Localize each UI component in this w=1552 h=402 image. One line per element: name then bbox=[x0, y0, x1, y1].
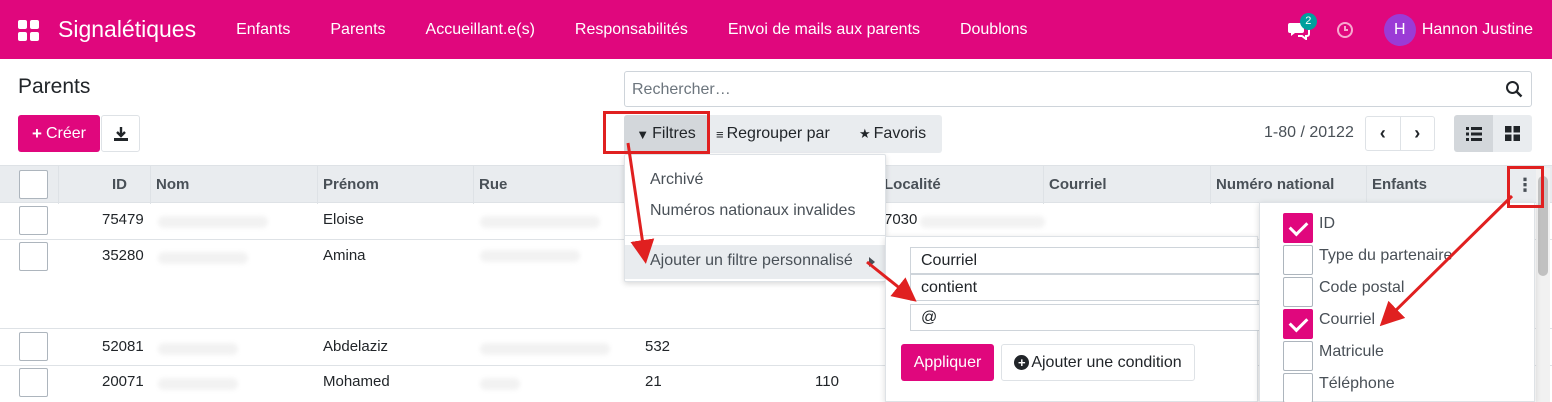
redacted-street bbox=[480, 250, 580, 262]
redacted-name bbox=[158, 252, 248, 264]
nav-item-parents[interactable]: Parents bbox=[330, 21, 385, 39]
filters-dropdown: Archivé Numéros nationaux invalides Ajou… bbox=[624, 154, 886, 282]
cell-id: 20071 bbox=[102, 373, 144, 390]
select-all-checkbox[interactable] bbox=[19, 170, 48, 199]
column-separator bbox=[58, 166, 59, 204]
row-checkbox[interactable] bbox=[19, 332, 48, 361]
search-bar[interactable]: Rechercher… bbox=[624, 71, 1532, 107]
pager-previous-icon[interactable]: ‹ bbox=[1366, 117, 1401, 150]
custom-filter-panel: Courriel contient @ Appliquer + Ajouter u… bbox=[885, 236, 1270, 402]
column-header-nom[interactable]: Nom bbox=[156, 176, 189, 193]
redacted-name bbox=[158, 378, 238, 390]
list-view-icon[interactable] bbox=[1454, 115, 1493, 152]
custom-filter-value-input[interactable]: @ bbox=[910, 304, 1270, 331]
checkbox[interactable] bbox=[1283, 245, 1313, 275]
custom-filter-field-select[interactable]: Courriel bbox=[910, 247, 1270, 274]
filter-item-archive[interactable]: Archivé bbox=[650, 171, 703, 189]
user-avatar[interactable]: H bbox=[1383, 13, 1416, 46]
nav-item-envoi-mails[interactable]: Envoi de mails aux parents bbox=[728, 21, 920, 39]
pager-value[interactable]: 1-80 / 20122 bbox=[1264, 124, 1354, 142]
kanban-view-icon[interactable] bbox=[1493, 115, 1532, 152]
pager-next-icon[interactable]: › bbox=[1401, 117, 1435, 150]
column-separator bbox=[1043, 166, 1044, 204]
add-custom-filter-item[interactable]: Ajouter un filtre personnalisé bbox=[625, 245, 885, 279]
app-brand[interactable]: Signalétiques bbox=[58, 16, 196, 43]
cell-prenom: Eloise bbox=[323, 211, 364, 228]
custom-filter-operator-select[interactable]: contient bbox=[910, 274, 1270, 301]
column-header-numero-national[interactable]: Numéro national bbox=[1216, 176, 1334, 193]
checkbox[interactable] bbox=[1283, 341, 1313, 371]
cell-box: 110 bbox=[815, 373, 839, 390]
view-switcher bbox=[1454, 115, 1532, 152]
nav-item-accueillants[interactable]: Accueillant.e(s) bbox=[426, 21, 535, 39]
search-input[interactable]: Rechercher… bbox=[632, 81, 731, 99]
annotation-highlight-filters bbox=[603, 111, 710, 154]
column-header-localite[interactable]: Localité bbox=[884, 176, 941, 193]
caret-right-icon bbox=[869, 257, 875, 267]
column-separator bbox=[150, 166, 151, 204]
star-icon: ★ bbox=[859, 126, 871, 141]
group-by-button[interactable]: ≡ Regrouper par bbox=[716, 115, 830, 153]
dropdown-divider bbox=[625, 235, 885, 236]
plus-circle-icon: + bbox=[1014, 355, 1030, 370]
column-header-id[interactable]: ID bbox=[112, 176, 127, 193]
column-separator bbox=[1210, 166, 1211, 204]
cell-id: 52081 bbox=[102, 338, 144, 355]
cell-street-number: 532 bbox=[645, 338, 671, 355]
redacted-name bbox=[158, 343, 238, 355]
chat-icon[interactable]: 2 bbox=[1287, 12, 1317, 41]
row-checkbox[interactable] bbox=[19, 242, 48, 271]
row-checkbox[interactable] bbox=[19, 206, 48, 235]
cell-localite: 7030 bbox=[884, 211, 918, 228]
checkbox[interactable] bbox=[1283, 373, 1313, 402]
cell-prenom: Amina bbox=[323, 247, 366, 264]
page-title: Parents bbox=[18, 75, 91, 98]
checkbox-checked[interactable] bbox=[1283, 309, 1313, 339]
redacted-street bbox=[480, 343, 610, 355]
download-icon bbox=[113, 126, 128, 141]
nav-item-enfants[interactable]: Enfants bbox=[236, 21, 290, 39]
search-icon[interactable] bbox=[1505, 80, 1523, 98]
nav-item-doublons[interactable]: Doublons bbox=[960, 21, 1028, 39]
create-button[interactable]: + Créer bbox=[18, 115, 100, 152]
add-condition-button[interactable]: + Ajouter une condition bbox=[1001, 344, 1195, 381]
row-checkbox[interactable] bbox=[19, 368, 48, 397]
optional-columns-dropdown: ID Type du partenaire Code postal Courri… bbox=[1259, 202, 1535, 402]
bars-icon: ≡ bbox=[716, 126, 724, 142]
top-navbar: Signalétiques Enfants Parents Accueillan… bbox=[0, 0, 1552, 59]
chat-badge: 2 bbox=[1299, 12, 1317, 30]
cell-prenom: Mohamed bbox=[323, 373, 390, 390]
column-header-rue[interactable]: Rue bbox=[479, 176, 507, 193]
column-separator bbox=[317, 166, 318, 204]
pager-buttons: ‹ › bbox=[1365, 116, 1435, 151]
redacted-name bbox=[158, 216, 268, 228]
column-separator bbox=[473, 166, 474, 204]
favorites-button[interactable]: ★ Favoris bbox=[859, 115, 926, 153]
redacted-locality bbox=[920, 216, 1045, 228]
column-header-prenom[interactable]: Prénom bbox=[323, 176, 379, 193]
clock-icon[interactable] bbox=[1336, 21, 1354, 39]
nav-item-responsabilites[interactable]: Responsabilités bbox=[575, 21, 688, 39]
download-button[interactable] bbox=[101, 115, 140, 152]
cell-id: 75479 bbox=[102, 211, 144, 228]
cell-street-number: 21 bbox=[645, 373, 662, 390]
cell-prenom: Abdelaziz bbox=[323, 338, 389, 355]
column-header-courriel[interactable]: Courriel bbox=[1049, 176, 1107, 193]
apps-menu-icon[interactable] bbox=[18, 19, 39, 41]
column-separator bbox=[1366, 166, 1367, 204]
filter-item-invalid-national-numbers[interactable]: Numéros nationaux invalides bbox=[650, 202, 855, 220]
redacted-street bbox=[480, 216, 600, 228]
user-name[interactable]: Hannon Justine bbox=[1422, 21, 1533, 39]
redacted-street bbox=[480, 378, 520, 390]
cell-id: 35280 bbox=[102, 247, 144, 264]
apply-filter-button[interactable]: Appliquer bbox=[901, 344, 994, 381]
column-header-enfants[interactable]: Enfants bbox=[1372, 176, 1427, 193]
checkbox-checked[interactable] bbox=[1283, 213, 1313, 243]
plus-icon: + bbox=[32, 123, 42, 143]
annotation-highlight-columns-toggle bbox=[1507, 166, 1544, 208]
checkbox[interactable] bbox=[1283, 277, 1313, 307]
